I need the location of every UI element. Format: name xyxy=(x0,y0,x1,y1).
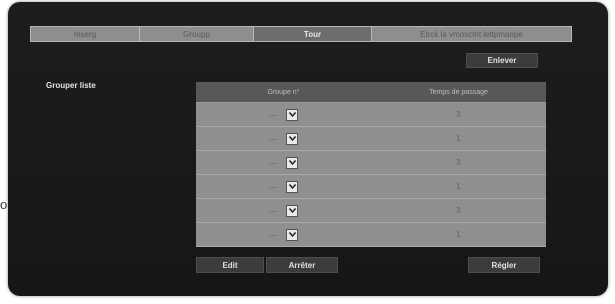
group-value: --- xyxy=(269,205,278,216)
edit-button[interactable]: Edit xyxy=(196,257,264,273)
tab-inserg[interactable]: Inserg xyxy=(31,27,140,41)
group-value: --- xyxy=(269,109,278,120)
time-value: 3 xyxy=(456,158,461,167)
group-table: Groupe n° Temps de passage --- 3 --- 1 -… xyxy=(196,82,546,247)
group-value: --- xyxy=(269,181,278,192)
chevron-down-icon xyxy=(288,184,296,189)
tab-groupp[interactable]: Groupp xyxy=(140,27,254,41)
tab-trace-settings[interactable]: Etrck la vmoscmt lettpmaripe xyxy=(372,27,571,41)
group-cell: --- xyxy=(196,175,371,198)
group-value: --- xyxy=(269,229,278,240)
time-value: 1 xyxy=(456,182,461,191)
table-row: --- 1 xyxy=(196,127,546,151)
chevron-down-icon xyxy=(288,136,296,141)
header-group-number: Groupe n° xyxy=(267,88,300,96)
group-value: --- xyxy=(269,157,278,168)
group-cell: --- xyxy=(196,199,371,222)
table-row: --- 3 xyxy=(196,103,546,127)
time-value: 1 xyxy=(456,134,461,143)
table-row: --- 1 xyxy=(196,223,546,247)
group-dropdown[interactable] xyxy=(286,108,298,121)
table-header: Groupe n° Temps de passage xyxy=(196,82,546,103)
settings-panel: Inserg Groupp Tour Etrck la vmoscmt lett… xyxy=(8,2,608,296)
group-dropdown[interactable] xyxy=(286,132,298,145)
group-dropdown[interactable] xyxy=(286,228,298,241)
group-dropdown[interactable] xyxy=(286,180,298,193)
group-list-label: Grouper liste xyxy=(46,81,96,90)
tab-bar: Inserg Groupp Tour Etrck la vmoscmt lett… xyxy=(30,26,572,42)
time-cell: 1 xyxy=(371,223,546,246)
table-row: --- 3 xyxy=(196,199,546,223)
apply-button[interactable]: Régler xyxy=(468,257,540,273)
stop-button[interactable]: Arrêter xyxy=(266,257,338,273)
time-cell: 3 xyxy=(371,151,546,174)
time-cell: 1 xyxy=(371,175,546,198)
chevron-down-icon xyxy=(288,208,296,213)
group-cell: --- xyxy=(196,223,371,246)
table-row: --- 1 xyxy=(196,175,546,199)
tab-tour[interactable]: Tour xyxy=(254,27,372,41)
table-row: --- 3 xyxy=(196,151,546,175)
group-cell: --- xyxy=(196,127,371,150)
group-cell: --- xyxy=(196,151,371,174)
time-cell: 1 xyxy=(371,127,546,150)
group-dropdown[interactable] xyxy=(286,204,298,217)
time-value: 3 xyxy=(456,206,461,215)
group-value: --- xyxy=(269,133,278,144)
chevron-down-icon xyxy=(288,232,296,237)
remove-button[interactable]: Enlever xyxy=(466,53,538,68)
chevron-down-icon xyxy=(288,160,296,165)
group-cell: --- xyxy=(196,103,371,126)
header-dwell-time: Temps de passage xyxy=(429,88,488,96)
time-cell: 3 xyxy=(371,199,546,222)
time-value: 1 xyxy=(456,230,461,239)
chevron-down-icon xyxy=(288,112,296,117)
group-dropdown[interactable] xyxy=(286,156,298,169)
edge-glyph: o xyxy=(0,197,8,212)
time-cell: 3 xyxy=(371,103,546,126)
time-value: 3 xyxy=(456,110,461,119)
